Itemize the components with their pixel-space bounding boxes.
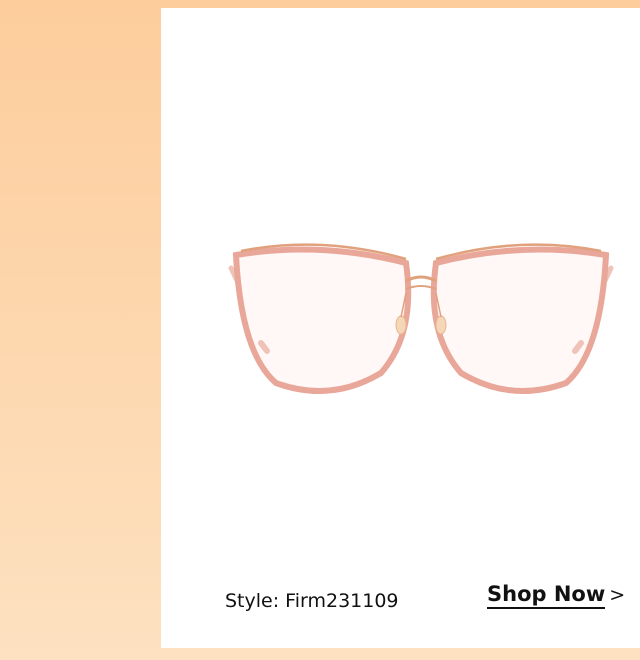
product-card: Style: Firm231109 Shop Now > (161, 8, 640, 648)
shop-now-link[interactable]: Shop Now > (487, 582, 626, 609)
chevron-right-icon: > (609, 584, 626, 606)
shop-now-label: Shop Now (487, 582, 606, 609)
eyeglasses-image (228, 243, 614, 394)
product-style-label: Style: Firm231109 (225, 590, 399, 612)
